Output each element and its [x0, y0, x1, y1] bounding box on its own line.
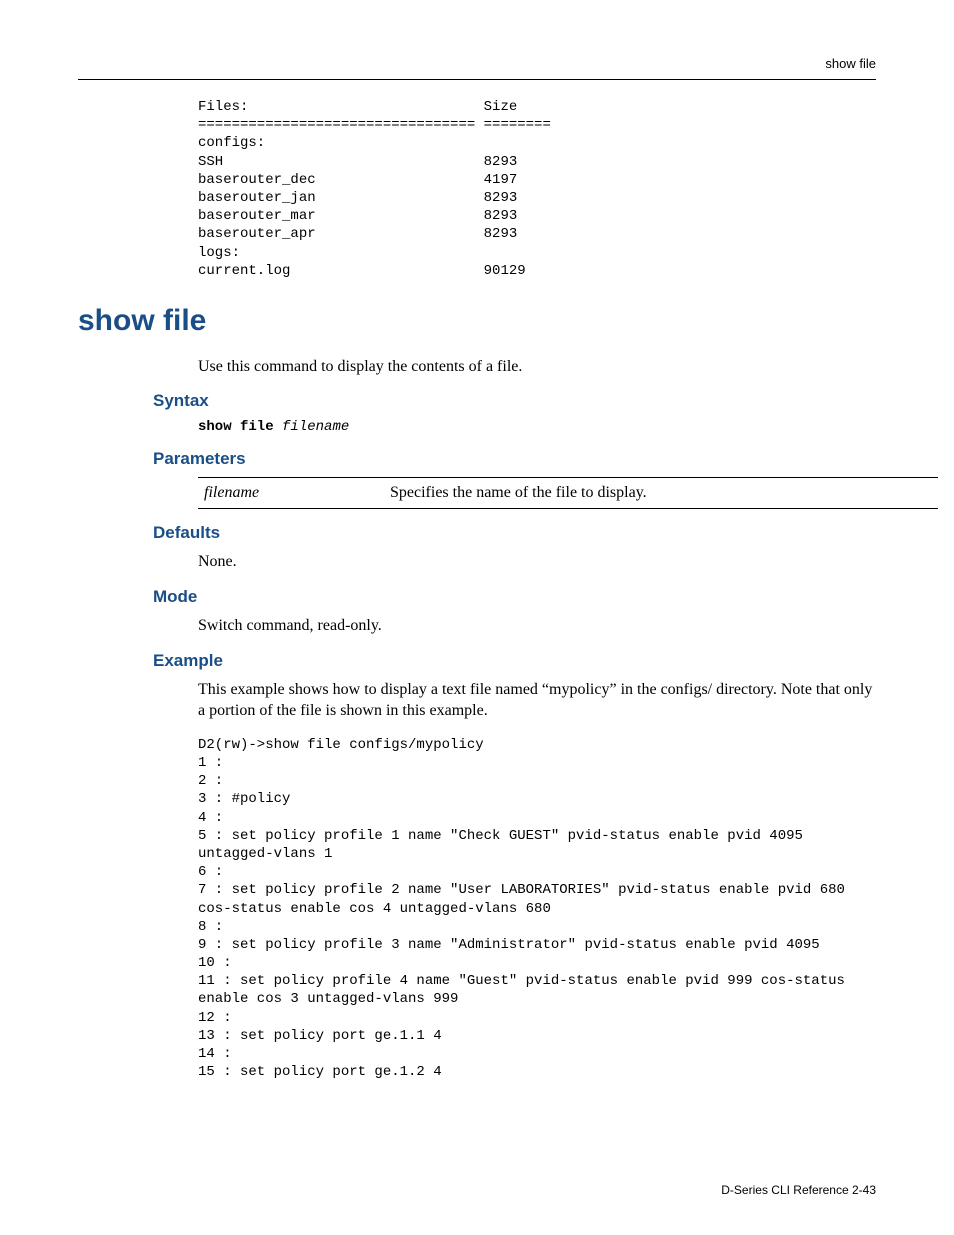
mode-text: Switch command, read-only.	[198, 615, 876, 637]
files-output-block: Files: Size ============================…	[198, 98, 876, 280]
page: show file Files: Size ==================…	[0, 0, 954, 1235]
command-intro: Use this command to display the contents…	[198, 356, 876, 378]
defaults-text: None.	[198, 551, 876, 573]
param-desc: Specifies the name of the file to displa…	[384, 478, 938, 509]
section-example-heading: Example	[153, 651, 876, 671]
syntax-argument: filename	[282, 419, 349, 435]
section-syntax-heading: Syntax	[153, 391, 876, 411]
syntax-line: show file filename	[198, 419, 876, 435]
example-intro: This example shows how to display a text…	[198, 679, 876, 722]
example-output-block: D2(rw)->show file configs/mypolicy 1 : 2…	[198, 736, 876, 1082]
page-footer: D-Series CLI Reference 2-43	[721, 1183, 876, 1197]
parameters-table: filename Specifies the name of the file …	[198, 477, 938, 509]
command-title: show file	[78, 304, 876, 338]
section-mode-heading: Mode	[153, 587, 876, 607]
syntax-keyword: show file	[198, 419, 274, 435]
header-rule	[78, 79, 876, 80]
header-crumb: show file	[78, 56, 876, 71]
section-defaults-heading: Defaults	[153, 523, 876, 543]
section-parameters-heading: Parameters	[153, 449, 876, 469]
table-row: filename Specifies the name of the file …	[198, 478, 938, 509]
param-name: filename	[198, 478, 384, 509]
